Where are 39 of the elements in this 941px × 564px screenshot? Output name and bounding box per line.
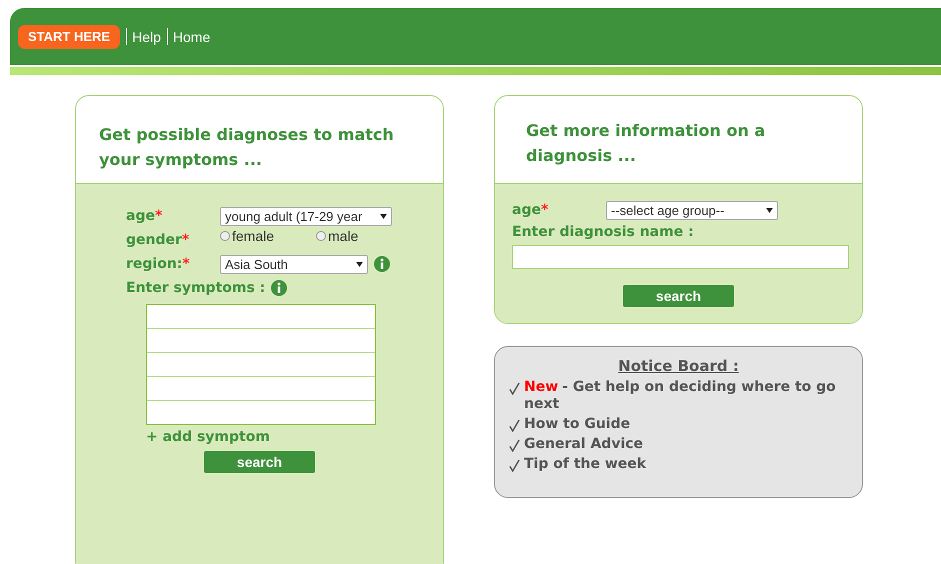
symptom-input-field[interactable] [147, 329, 375, 352]
notice-link[interactable]: How to Guide [524, 416, 630, 433]
gender-radio[interactable]: female [220, 228, 316, 244]
symptom-input-field[interactable] [147, 377, 375, 400]
age-label: age* [126, 207, 164, 226]
search-button[interactable]: search [204, 451, 315, 473]
gender-radio[interactable]: male [316, 228, 412, 244]
check-icon [509, 439, 520, 452]
check-icon [509, 382, 520, 395]
age-select[interactable]: young adult (17-29 year [220, 206, 392, 226]
card-title: Get more information on a diagnosis ... [526, 120, 766, 167]
check-icon [509, 419, 520, 432]
notice-link[interactable]: General Advice [524, 436, 644, 453]
region-label: region:* [126, 255, 191, 274]
caret-icon [356, 262, 363, 266]
symptom-input-field[interactable] [147, 401, 375, 424]
region-select[interactable]: Asia South [220, 254, 368, 274]
card-title: Get possible diagnoses to match your symptoms ... [99, 124, 395, 171]
caret-icon [380, 214, 387, 218]
symptom-input-field[interactable] [147, 305, 375, 328]
nav-link[interactable]: Home [172, 28, 210, 44]
age-label: age* [512, 201, 550, 220]
diagnosis-name-field[interactable] [512, 245, 849, 269]
add-symptom-link[interactable]: + add symptom [146, 429, 443, 445]
info-icon[interactable] [374, 256, 390, 272]
symptoms-label: Enter symptoms : [126, 279, 266, 298]
diagnosis-name-label: Enter diagnosis name : [512, 223, 695, 242]
symptom-input-field[interactable] [147, 353, 375, 376]
age-group-select[interactable]: --select age group-- [606, 200, 778, 220]
caret-icon [766, 208, 773, 212]
search-button[interactable]: search [623, 285, 734, 307]
start-here-button[interactable]: START HERE [18, 24, 120, 48]
notice-board-title: Notice Board : [617, 357, 740, 375]
gender-label: gender* [126, 231, 190, 250]
check-icon [509, 459, 520, 472]
info-icon[interactable] [271, 280, 288, 296]
notice-link[interactable]: Tip of the week [524, 456, 646, 473]
nav-link[interactable]: Help [132, 28, 161, 44]
notice-link[interactable]: New - Get help on deciding where to go next [524, 379, 848, 413]
